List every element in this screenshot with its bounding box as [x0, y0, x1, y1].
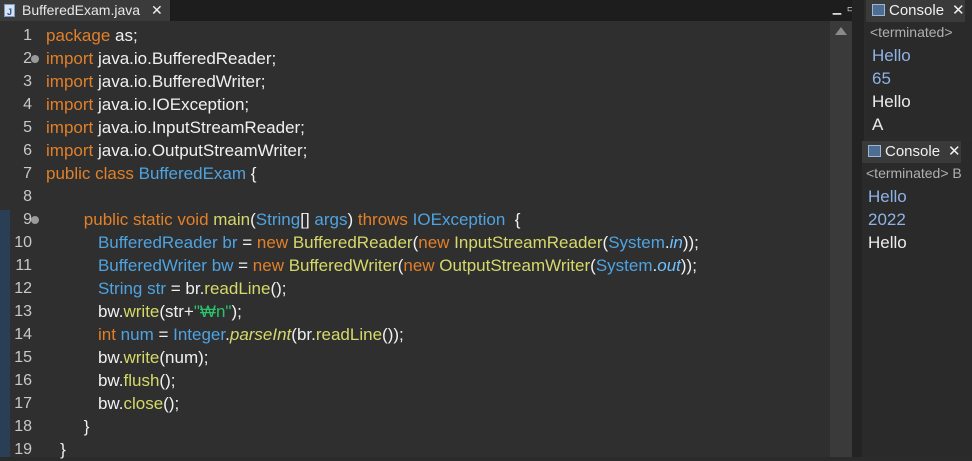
console-output-line: Hello [868, 233, 907, 252]
editor-tab-bar: BufferedExam.java ✕ ▁ ▭ [0, 0, 862, 23]
code-line[interactable]: 12 String str = br.readLine(); [0, 277, 830, 300]
console-panel-1: Console ✕ <terminated> Hello 65 Hello A [866, 0, 972, 137]
console-output-line: Hello [868, 187, 907, 206]
code-text: import java.io.IOException; [46, 95, 250, 114]
line-number: 5 [23, 119, 32, 136]
code-text: public static void main(String[] args) t… [83, 210, 521, 229]
code-line[interactable]: 3 import java.io.BufferedWriter; [0, 70, 830, 93]
vertical-scrollbar[interactable] [830, 21, 852, 457]
code-line[interactable]: 2 import java.io.BufferedReader; [0, 47, 830, 70]
code-text: bw.close(); [46, 394, 180, 413]
code-line[interactable]: 6 import java.io.OutputStreamWriter; [0, 139, 830, 162]
console-tab-1[interactable]: Console ✕ [866, 0, 965, 22]
line-number: 13 [14, 303, 32, 320]
line-number: 16 [14, 372, 32, 389]
code-text: bw.write(num); [46, 348, 209, 367]
code-area[interactable]: 1 package as; 2 import java.io.BufferedRead… [0, 24, 830, 459]
code-text: import java.io.BufferedReader; [46, 49, 277, 68]
minimize-icon[interactable]: ▁ [831, 2, 843, 15]
line-number: 17 [14, 395, 32, 412]
console-title: Console [889, 2, 945, 19]
code-text: package as; [46, 26, 138, 45]
code-text: } [46, 440, 66, 459]
tab-bufferedexam-java[interactable]: BufferedExam.java ✕ [0, 0, 171, 23]
line-number: 12 [14, 280, 32, 297]
console-tab-2[interactable]: Console ✕ [862, 141, 961, 163]
code-line[interactable]: 13 bw.write(str+"₩n"); [0, 300, 830, 323]
scroll-up-icon[interactable] [835, 27, 847, 35]
code-text: import java.io.BufferedWriter; [46, 72, 266, 91]
console-icon [868, 145, 881, 157]
console-panel-2: Console ✕ <terminated> B Hello 2022 Hello [862, 141, 972, 457]
console-output-line: Hello [872, 46, 911, 65]
line-number: 15 [14, 349, 32, 366]
fold-marker-icon[interactable] [31, 55, 39, 63]
code-text: String str = br.readLine(); [97, 279, 287, 298]
close-console-icon[interactable]: ✕ [948, 143, 961, 160]
line-number: 8 [23, 188, 32, 205]
code-line[interactable]: 7 public class BufferedExam { [0, 162, 830, 185]
line-number: 11 [15, 257, 32, 274]
line-number: 10 [14, 234, 32, 251]
code-line[interactable]: 17 bw.close(); [0, 392, 830, 415]
line-number: 4 [23, 96, 32, 113]
code-line[interactable]: 10 BufferedReader br = new BufferedReade… [0, 231, 830, 254]
code-text: bw.flush(); [46, 371, 176, 390]
code-text: import java.io.OutputStreamWriter; [46, 141, 308, 160]
line-number: 2 [23, 50, 32, 67]
code-text: import java.io.InputStreamReader; [46, 118, 305, 137]
console-output-line: 2022 [868, 210, 906, 229]
fold-marker-icon[interactable] [31, 216, 39, 224]
code-line[interactable]: 14 int num = Integer.parseInt(br.readLin… [0, 323, 830, 346]
line-number: 19 [14, 441, 32, 458]
line-number: 7 [23, 165, 32, 182]
code-text: BufferedWriter bw = new BufferedWriter(n… [97, 256, 697, 275]
line-number: 3 [23, 73, 32, 90]
code-text: BufferedReader br = new BufferedReader(n… [97, 233, 699, 252]
line-number: 9 [23, 211, 32, 228]
console-output-line: 65 [872, 69, 891, 88]
line-number: 18 [14, 418, 32, 435]
console-output-line: Hello [872, 92, 911, 111]
code-text: } [46, 417, 90, 436]
tab-label: BufferedExam.java [22, 2, 141, 18]
code-line[interactable]: 4 import java.io.IOException; [0, 93, 830, 116]
code-line[interactable]: 15 bw.write(num); [0, 346, 830, 369]
code-editor[interactable]: BufferedExam.java ✕ ▁ ▭ 1 package as; 2 imp… [0, 0, 862, 459]
code-line[interactable]: 18 } [0, 415, 830, 438]
code-text: public class BufferedExam { [46, 164, 257, 183]
line-number: 14 [14, 326, 32, 343]
code-line[interactable]: 16 bw.flush(); [0, 369, 830, 392]
console-status: <terminated> B [866, 165, 962, 181]
line-number: 6 [23, 142, 32, 159]
console-title: Console [885, 143, 941, 160]
code-line[interactable]: 9 public static void main(String[] args)… [0, 208, 830, 231]
close-console-icon[interactable]: ✕ [952, 2, 965, 19]
java-file-icon [4, 2, 15, 23]
code-line[interactable]: 11 BufferedWriter bw = new BufferedWrite… [0, 254, 830, 277]
console-icon [872, 4, 885, 16]
line-number: 1 [23, 27, 32, 44]
close-tab-icon[interactable]: ✕ [151, 0, 163, 21]
code-text: bw.write(str+"₩n"); [46, 302, 242, 321]
code-line[interactable]: 5 import java.io.InputStreamReader; [0, 116, 830, 139]
code-line[interactable]: 19 } [0, 438, 830, 461]
code-line[interactable]: 8 [0, 185, 830, 208]
console-output-line: A [872, 115, 884, 134]
code-line[interactable]: 1 package as; [0, 24, 830, 47]
console-status: <terminated> [870, 24, 953, 40]
code-text: int num = Integer.parseInt(br.readLine()… [97, 325, 404, 344]
